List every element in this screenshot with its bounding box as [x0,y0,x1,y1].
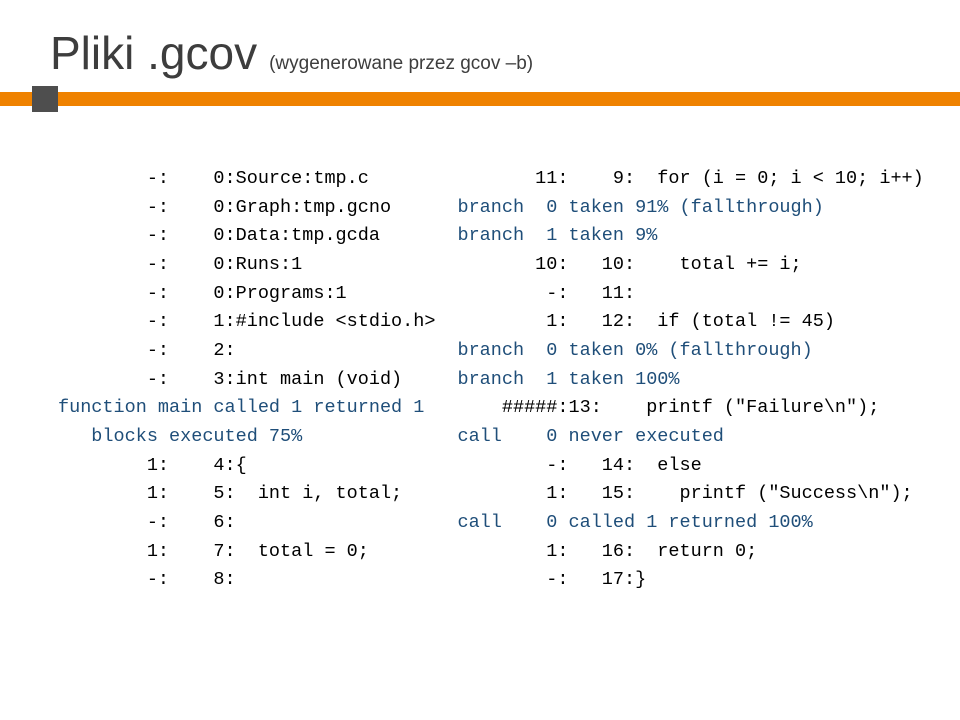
code-line: -: 3:int main (void) [58,369,402,390]
code-line: -: 1:#include <stdio.h> [58,311,435,332]
code-line: -: 0:Source:tmp.c [58,168,369,189]
title-sub: (wygenerowane przez gcov –b) [269,53,533,75]
code-line: -: 0:Graph:tmp.gcno [58,197,391,218]
code-line-highlight: branch 0 taken 91% (fallthrough) [457,197,823,218]
right-code-column: 11: 9: for (i = 0; i < 10; i++) branch 0… [457,165,923,595]
code-line: #####:13: printf ("Failure\n"); [457,397,879,418]
left-code-column: -: 0:Source:tmp.c -: 0:Graph:tmp.gcno -:… [58,165,435,595]
code-line-highlight: branch 0 taken 0% (fallthrough) [457,340,812,361]
code-line-highlight: branch 1 taken 100% [457,369,679,390]
divider-box [32,86,58,112]
code-line: 1: 5: int i, total; [58,483,402,504]
code-line: -: 0:Runs:1 [58,254,302,275]
code-line: -: 0:Data:tmp.gcda [58,225,380,246]
code-line: -: 8: [58,569,236,590]
code-line: 1: 16: return 0; [457,541,757,562]
code-line-highlight: branch 1 taken 9% [457,225,657,246]
title-main: Pliki .gcov [50,26,257,80]
code-line: -: 6: [58,512,236,533]
code-line: 1: 15: printf ("Success\n"); [457,483,912,504]
code-line: -: 11: [457,283,635,304]
code-line-highlight: call 0 never executed [457,426,723,447]
code-line: -: 2: [58,340,236,361]
code-line: 11: 9: for (i = 0; i < 10; i++) [457,168,923,189]
code-columns: -: 0:Source:tmp.c -: 0:Graph:tmp.gcno -:… [58,165,908,595]
code-line-highlight: function main called 1 returned 1 blocks… [58,397,424,447]
code-line: -: 14: else [457,455,701,476]
code-line: 1: 4:{ [58,455,247,476]
divider-stripe [0,92,960,106]
code-line: -: 17:} [457,569,646,590]
code-line: 1: 12: if (total != 45) [457,311,834,332]
slide-title: Pliki .gcov (wygenerowane przez gcov –b) [50,26,533,80]
code-line: -: 0:Programs:1 [58,283,347,304]
code-line-highlight: call 0 called 1 returned 100% [457,512,812,533]
code-line: 10: 10: total += i; [457,254,801,275]
code-line: 1: 7: total = 0; [58,541,369,562]
